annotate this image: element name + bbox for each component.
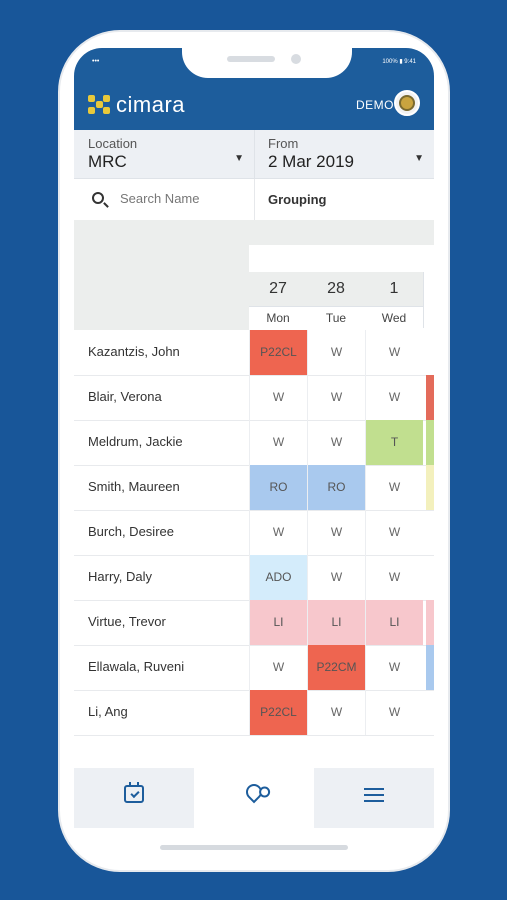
table-row: Blair, Verona W W W — [74, 375, 434, 421]
table-row: Ellawala, Ruveni W P22CM W — [74, 645, 434, 691]
grid-corner-shade — [74, 245, 249, 330]
shift-cell[interactable]: ADO — [249, 555, 307, 600]
home-indicator — [160, 845, 348, 850]
shift-cell[interactable]: W — [365, 690, 423, 735]
table-row: Virtue, Trevor LI LI LI — [74, 600, 434, 646]
from-value: 2 Mar 2019 — [268, 152, 354, 171]
tab-locate[interactable] — [194, 768, 314, 828]
shift-cell[interactable]: W — [249, 375, 307, 420]
shift-cell[interactable]: P22CM — [307, 645, 365, 690]
next-day-cell-edge — [426, 600, 434, 645]
user-avatar[interactable] — [394, 90, 420, 116]
from-label: From — [268, 136, 299, 151]
table-row: Burch, Desiree W W W — [74, 510, 434, 556]
shift-cell[interactable]: RO — [307, 465, 365, 510]
speaker-grille — [227, 56, 275, 62]
search-box[interactable] — [74, 179, 255, 220]
location-search-icon — [242, 780, 266, 804]
table-row: Kazantzis, John P22CL W W — [74, 330, 434, 376]
table-row: Meldrum, Jackie W W T — [74, 420, 434, 466]
shift-cell[interactable]: LI — [249, 600, 307, 645]
employee-name[interactable]: Li, Ang — [88, 704, 128, 719]
employee-name[interactable]: Blair, Verona — [88, 389, 162, 404]
next-day-cell-edge — [426, 645, 434, 690]
front-camera — [291, 54, 301, 64]
day-number: 28 — [327, 280, 345, 297]
header-spacer — [249, 245, 434, 272]
chevron-down-icon: ▼ — [414, 153, 424, 164]
employee-name[interactable]: Smith, Maureen — [88, 479, 180, 494]
shift-cell[interactable]: W — [249, 510, 307, 555]
shift-cell[interactable]: W — [365, 330, 423, 375]
date-column-header[interactable]: 28 Tue — [307, 272, 366, 329]
next-day-cell-edge — [426, 420, 434, 465]
logo-mark-icon — [88, 95, 110, 115]
next-day-cell-edge — [426, 465, 434, 510]
brand-name: cimara — [116, 92, 186, 117]
day-number: 1 — [389, 280, 399, 297]
shift-cell[interactable]: W — [365, 645, 423, 690]
shift-cell[interactable]: P22CL — [249, 330, 307, 375]
cimara-logo: cimara — [88, 92, 185, 118]
battery-time: 100% ▮ 9:41 — [382, 59, 416, 65]
filter-bar: Location MRC ▼ From 2 Mar 2019 ▼ — [74, 130, 434, 179]
day-number: 27 — [269, 280, 287, 297]
shift-cell[interactable]: W — [307, 690, 365, 735]
grouping-button[interactable]: Grouping — [268, 192, 327, 207]
menu-icon — [364, 786, 384, 804]
roster-grid: 27 Mon 28 Tue 1 Wed Kazantzis, John P22CL W W Blai… — [74, 220, 434, 768]
shift-cell[interactable]: W — [307, 420, 365, 465]
shift-cell[interactable]: RO — [249, 465, 307, 510]
date-column-header[interactable]: 27 Mon — [249, 272, 308, 329]
shift-cell[interactable]: W — [365, 555, 423, 600]
day-of-week: Tue — [307, 306, 365, 329]
location-select[interactable]: Location MRC ▼ — [74, 130, 255, 178]
search-icon — [92, 192, 104, 204]
tab-menu[interactable] — [314, 768, 434, 828]
location-label: Location — [88, 136, 138, 151]
table-row: Harry, Daly ADO W W — [74, 555, 434, 601]
employee-name[interactable]: Burch, Desiree — [88, 524, 174, 539]
app-header: cimara DEMO — [74, 80, 434, 130]
shift-cell[interactable]: W — [365, 375, 423, 420]
user-label: DEMO — [356, 98, 394, 112]
grid-header-shade — [74, 220, 434, 245]
shift-cell[interactable]: W — [307, 375, 365, 420]
chevron-down-icon: ▼ — [234, 153, 244, 164]
employee-name[interactable]: Kazantzis, John — [88, 344, 180, 359]
location-value: MRC — [88, 152, 127, 171]
employee-name[interactable]: Virtue, Trevor — [88, 614, 166, 629]
from-date-select[interactable]: From 2 Mar 2019 ▼ — [254, 130, 434, 178]
search-bar: Grouping — [74, 179, 434, 221]
bottom-tab-bar — [74, 768, 434, 828]
tab-roster[interactable] — [74, 768, 194, 828]
search-input[interactable] — [118, 190, 242, 207]
shift-cell[interactable]: LI — [307, 600, 365, 645]
table-row: Li, Ang P22CL W W — [74, 690, 434, 736]
shift-cell[interactable]: P22CL — [249, 690, 307, 735]
next-day-cell-edge — [426, 375, 434, 420]
shift-cell[interactable]: W — [365, 510, 423, 555]
day-of-week: Mon — [249, 306, 307, 329]
employee-name[interactable]: Meldrum, Jackie — [88, 434, 183, 449]
calendar-check-icon — [124, 782, 144, 803]
employee-name[interactable]: Harry, Daly — [88, 569, 152, 584]
shift-cell[interactable]: W — [249, 420, 307, 465]
shift-cell[interactable]: W — [307, 510, 365, 555]
shift-cell[interactable]: T — [365, 420, 423, 465]
table-row: Smith, Maureen RO RO W — [74, 465, 434, 511]
shift-cell[interactable]: W — [249, 645, 307, 690]
signal-indicator: ••• — [92, 58, 100, 65]
employee-name[interactable]: Ellawala, Ruveni — [88, 659, 184, 674]
shift-cell[interactable]: LI — [365, 600, 423, 645]
day-of-week: Wed — [365, 306, 423, 329]
shift-cell[interactable]: W — [307, 555, 365, 600]
app-screen: ••• 100% ▮ 9:41 cimara DEMO Location MRC… — [74, 48, 434, 828]
shift-cell[interactable]: W — [365, 465, 423, 510]
date-column-header[interactable]: 1 Wed — [365, 272, 424, 329]
shift-cell[interactable]: W — [307, 330, 365, 375]
